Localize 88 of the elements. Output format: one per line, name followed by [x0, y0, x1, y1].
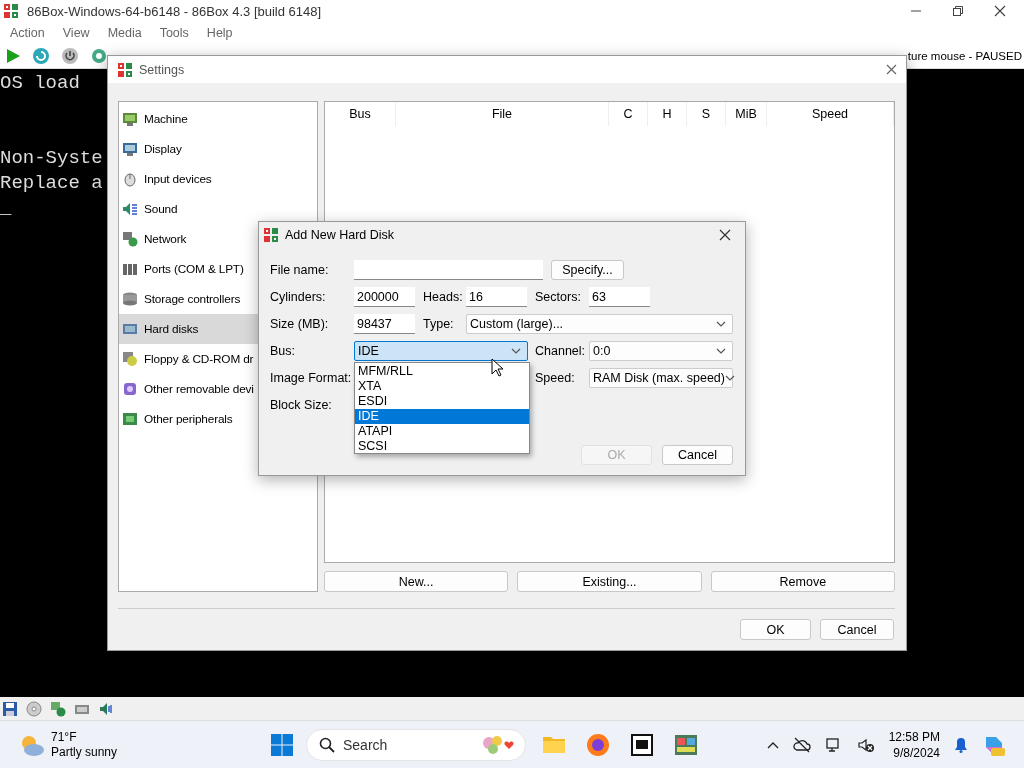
disk-button[interactable]: Remove: [710, 571, 895, 592]
console-text: Replace a: [0, 171, 103, 196]
field-label: Sectors:: [535, 290, 582, 304]
speaker-icon: [122, 201, 138, 217]
console-text: Non-Syste: [0, 146, 103, 171]
power-icon[interactable]: [61, 47, 79, 65]
combo-box[interactable]: IDE: [354, 341, 528, 361]
dropdown-option[interactable]: IDE: [355, 409, 529, 424]
weather-text: Partly sunny: [51, 744, 118, 760]
field-label: Type:: [423, 317, 455, 331]
dialog-button[interactable]: OK: [740, 619, 811, 640]
drive-icon: [122, 321, 138, 337]
column-header[interactable]: MiB: [726, 102, 767, 126]
app-logo-icon: [117, 61, 133, 78]
close-icon[interactable]: [719, 229, 731, 241]
app-logo-icon: [263, 227, 279, 243]
cloud-off-icon[interactable]: [792, 736, 811, 753]
disk-button[interactable]: New...: [324, 571, 509, 592]
field-label: Channel:: [535, 344, 587, 358]
field-label: Speed:: [535, 371, 576, 385]
column-header[interactable]: Speed: [767, 102, 894, 126]
menu-item[interactable]: Media: [106, 26, 143, 40]
windows-start-icon[interactable]: [270, 732, 294, 757]
chevron-up-icon[interactable]: [766, 740, 779, 749]
window-title: 86Box-Windows-64-b6148 - 86Box 4.3 [build 6148]: [27, 3, 322, 19]
field-label: Image Format:: [270, 371, 353, 385]
text-field[interactable]: 16: [466, 287, 527, 307]
column-header[interactable]: C: [609, 102, 648, 126]
window-title: Settings: [139, 62, 185, 77]
dropdown-option[interactable]: ATAPI: [355, 424, 529, 439]
column-header[interactable]: Bus: [325, 102, 396, 126]
console-text: OS load: [0, 71, 80, 96]
close-icon[interactable]: [886, 64, 897, 75]
text-field[interactable]: 63: [589, 287, 650, 307]
menu-item[interactable]: View: [61, 26, 91, 40]
database-icon: [122, 291, 138, 307]
menu-item[interactable]: Action: [9, 26, 46, 40]
clock-time[interactable]: 12:58 PM: [888, 728, 940, 745]
dialog-button[interactable]: Cancel: [820, 619, 894, 640]
temperature-text: 71°F: [51, 729, 78, 745]
menu-item[interactable]: Help: [205, 26, 234, 40]
console-text: _: [0, 196, 12, 221]
dialog-title: Add New Hard Disk: [285, 228, 395, 242]
volume-muted-icon[interactable]: [856, 736, 875, 753]
column-header[interactable]: File: [396, 102, 609, 126]
search-icon: [319, 736, 335, 753]
dropdown-option[interactable]: ESDI: [355, 394, 529, 409]
search-box[interactable]: Search: [306, 728, 526, 761]
disk-button[interactable]: Existing...: [517, 571, 702, 592]
status-text: ture mouse - PAUSED: [907, 50, 1023, 62]
text-field[interactable]: [354, 260, 543, 280]
dropdown-option[interactable]: MFM/RLL: [355, 364, 529, 379]
chevron-icon: [725, 375, 735, 381]
category-item[interactable]: Display: [119, 134, 317, 164]
field-label: Block Size:: [270, 398, 333, 412]
category-item[interactable]: Input devices: [119, 164, 317, 194]
bell-icon[interactable]: [954, 736, 968, 753]
restore-icon[interactable]: [952, 5, 964, 17]
category-item[interactable]: Sound: [119, 194, 317, 224]
field-label: File name:: [270, 263, 330, 277]
app-logo-icon: [3, 3, 19, 19]
dropdown-option[interactable]: SCSI: [355, 439, 529, 454]
menu-item[interactable]: Tools: [158, 26, 190, 40]
close-icon[interactable]: [994, 5, 1006, 17]
chevron-icon: [716, 321, 726, 327]
combo-box[interactable]: RAM Disk (max. speed): [589, 368, 733, 388]
dropdown-option[interactable]: XTA: [355, 379, 529, 394]
category-item[interactable]: Machine: [119, 104, 317, 134]
dialog-button[interactable]: Cancel: [662, 445, 733, 465]
port-icon: [122, 261, 138, 277]
text-field[interactable]: 98437: [354, 314, 415, 334]
mouse-icon: [122, 171, 138, 187]
monitor-icon: [122, 141, 138, 157]
column-header[interactable]: H: [648, 102, 687, 126]
play-icon[interactable]: [5, 48, 21, 64]
specify-button[interactable]: Specify...: [551, 260, 624, 280]
clock-date[interactable]: 9/8/2024: [893, 744, 940, 761]
chevron-icon: [716, 348, 726, 354]
reset-icon[interactable]: [32, 47, 50, 65]
text-field[interactable]: 200000: [354, 287, 415, 307]
field-label: Cylinders:: [270, 290, 327, 304]
combo-box[interactable]: 0:0: [589, 341, 733, 361]
column-header[interactable]: S: [687, 102, 726, 126]
firefox-icon[interactable]: [585, 731, 611, 758]
field-label: Bus:: [270, 344, 296, 358]
field-label: Heads:: [423, 290, 464, 304]
chevron-icon: [511, 348, 521, 354]
combo-box[interactable]: Custom (large)...: [466, 314, 733, 334]
